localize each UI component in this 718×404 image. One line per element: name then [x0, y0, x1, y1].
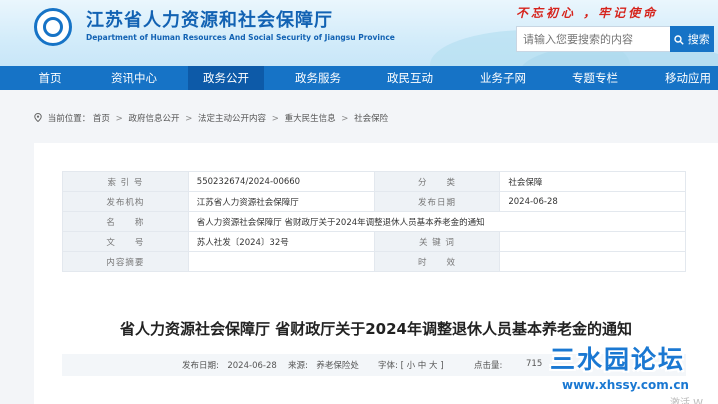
- breadcrumb-statutory[interactable]: 法定主动公开内容: [198, 114, 266, 124]
- site-logo-icon[interactable]: [34, 8, 72, 46]
- watermark-url: www.xhssy.com.cn: [562, 378, 689, 392]
- breadcrumb-livelihood[interactable]: 重大民生信息: [285, 114, 336, 124]
- name-label: 名 称: [62, 211, 189, 232]
- watermark: 三水园论坛 www.xhssy.com.cn 激活 W: [542, 340, 718, 404]
- breadcrumb-social-insurance[interactable]: 社会保险: [354, 114, 388, 124]
- document-title: 省人力资源社会保障厅 省财政厅关于2024年调整退休人员基本养老金的通知: [120, 320, 632, 338]
- slogan: 不忘初心 ，牢记使命: [516, 6, 659, 20]
- docno-value: 苏人社发〔2024〕32号: [187, 231, 375, 252]
- category-value: 社会保障: [499, 171, 686, 192]
- breadcrumb-home[interactable]: 首页: [93, 114, 110, 124]
- table-row: 文 号 苏人社发〔2024〕32号 关 键 词: [62, 231, 686, 252]
- site-header: 江苏省人力资源和社会保障厅 Department of Human Resour…: [0, 0, 718, 66]
- activation-hint: 激活 W: [670, 398, 704, 404]
- breadcrumb-separator: >: [185, 114, 193, 124]
- nav-item-gov-service[interactable]: 政务服务: [282, 66, 354, 90]
- location-pin-icon: [34, 113, 42, 122]
- category-label: 分 类: [373, 171, 501, 192]
- keyword-label: 关 键 词: [373, 231, 501, 252]
- nav-item-gov-info[interactable]: 政务公开: [188, 66, 264, 90]
- nav-item-home[interactable]: 首页: [14, 66, 86, 90]
- table-row: 索 引 号 550232674/2024-00660 分 类 社会保障: [62, 171, 686, 192]
- index-label: 索 引 号: [62, 171, 189, 192]
- breadcrumb-prefix: 当前位置：: [47, 114, 91, 124]
- site-title[interactable]: 江苏省人力资源和社会保障厅: [86, 6, 333, 32]
- main-nav: 首页 资讯中心 政务公开 政务服务 政民互动 业务子网 专题专栏 移动应用: [0, 66, 718, 90]
- nav-item-interaction[interactable]: 政民互动: [374, 66, 446, 90]
- search-button[interactable]: 搜索: [670, 26, 714, 52]
- nav-item-mobile[interactable]: 移动应用: [650, 66, 718, 90]
- hits-count: 715: [526, 359, 543, 369]
- breadcrumb-separator: >: [115, 114, 123, 124]
- breadcrumb-separator: >: [341, 114, 349, 124]
- breadcrumb: 当前位置： 首页 > 政府信息公开 > 法定主动公开内容 > 重大民生信息 > …: [34, 112, 388, 124]
- search-icon: [674, 35, 684, 45]
- table-row: 发布机构 江苏省人力资源社会保障厅 发布日期 2024-06-28: [62, 191, 686, 212]
- org-label: 发布机构: [62, 191, 189, 212]
- validity-label: 时 效: [373, 251, 501, 272]
- breadcrumb-separator: >: [271, 114, 279, 124]
- name-value: 省人力资源社会保障厅 省财政厅关于2024年调整退休人员基本养老金的通知: [187, 211, 687, 232]
- docno-label: 文 号: [62, 231, 189, 252]
- keyword-value: [499, 231, 686, 252]
- font-size-switcher[interactable]: 字体: [ 小 中 大 ]: [378, 359, 444, 371]
- search-input[interactable]: [516, 26, 670, 52]
- nav-item-subnets[interactable]: 业务子网: [467, 66, 539, 90]
- search-box: 搜索: [516, 26, 714, 52]
- nav-item-news[interactable]: 资讯中心: [98, 66, 170, 90]
- summary-value: [187, 251, 375, 272]
- date-value: 2024-06-28: [499, 191, 686, 212]
- table-row: 内容摘要 时 效: [62, 251, 686, 272]
- table-row: 名 称 省人力资源社会保障厅 省财政厅关于2024年调整退休人员基本养老金的通知: [62, 211, 687, 232]
- hits-label: 点击量:: [474, 361, 503, 371]
- org-value: 江苏省人力资源社会保障厅: [187, 191, 375, 212]
- search-button-label: 搜索: [687, 33, 710, 46]
- nav-item-topics[interactable]: 专题专栏: [559, 66, 631, 90]
- document-meta-table: 索 引 号 550232674/2024-00660 分 类 社会保障 发布机构…: [62, 171, 687, 272]
- breadcrumb-gov-info[interactable]: 政府信息公开: [128, 114, 179, 124]
- publish-date: 发布日期: 2024-06-28: [182, 361, 277, 371]
- source: 来源: 养老保险处: [288, 361, 359, 371]
- index-value: 550232674/2024-00660: [187, 171, 375, 192]
- date-label: 发布日期: [373, 191, 501, 212]
- summary-label: 内容摘要: [62, 251, 189, 272]
- validity-value: [499, 251, 686, 272]
- watermark-brand: 三水园论坛: [550, 345, 686, 374]
- site-subtitle: Department of Human Resources And Social…: [86, 33, 395, 42]
